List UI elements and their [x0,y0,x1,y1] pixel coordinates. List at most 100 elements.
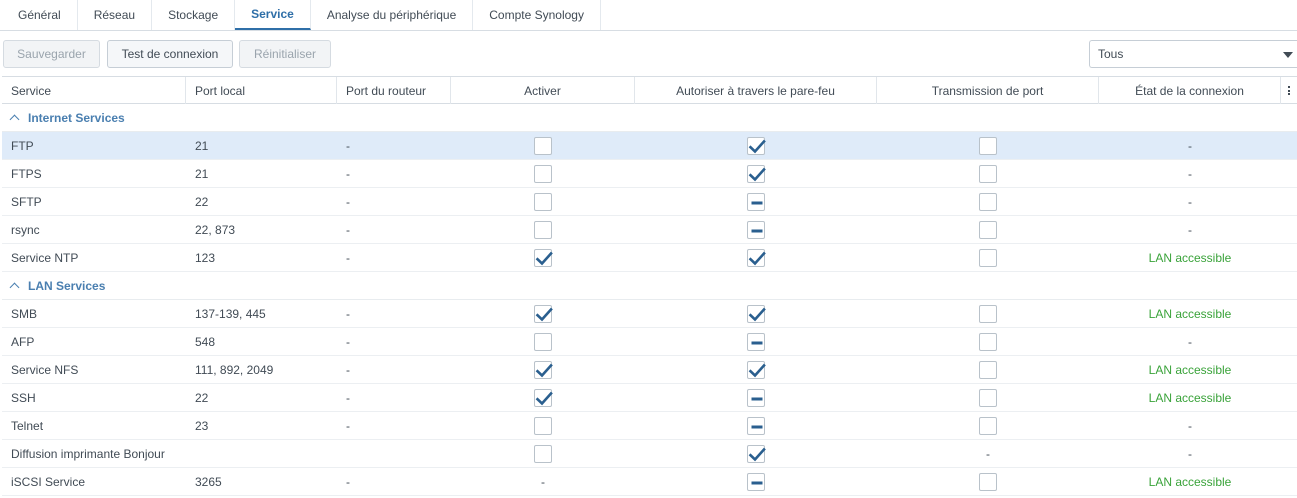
table-row[interactable]: iSCSI Service 3265 - - LAN accessible [2,468,1297,496]
enable-checkbox[interactable] [534,444,552,463]
router-port: - [346,194,350,209]
service-name: SMB [11,306,38,321]
table-row[interactable]: Telnet 23 - - [2,412,1297,440]
firewall-checkbox[interactable] [747,416,765,435]
column-header-local-port[interactable]: Port local [186,77,337,104]
enable-checkbox[interactable] [534,360,553,379]
enable-checkbox[interactable] [534,332,552,351]
group-header[interactable]: LAN Services [2,272,1297,300]
table-body: Internet Services FTP 21 - - FTPS 21 - - SFTP 22 - -… [2,104,1297,496]
local-port: 111, 892, 2049 [195,362,274,377]
column-header-firewall[interactable]: Autoriser à travers le pare-feu [635,77,877,104]
firewall-checkbox[interactable] [747,388,765,407]
group-label: LAN Services [28,278,106,293]
group-header[interactable]: Internet Services [2,104,1297,132]
firewall-checkbox[interactable] [747,472,765,491]
port-forwarding-checkbox[interactable] [979,388,997,407]
caret-down-icon[interactable] [1283,52,1293,58]
connection-status: - [1188,222,1192,237]
tab-general[interactable]: Général [2,0,78,30]
firewall-checkbox[interactable] [747,136,766,155]
port-forwarding-cell [877,412,1099,439]
port-forwarding-cell [877,384,1099,411]
table-row[interactable]: Diffusion imprimante Bonjour - - [2,440,1297,468]
port-forwarding-checkbox[interactable] [979,192,997,211]
port-forwarding-checkbox[interactable] [979,220,997,239]
firewall-checkbox[interactable] [747,220,765,239]
firewall-checkbox[interactable] [747,164,766,183]
table-row[interactable]: Service NTP 123 - LAN accessible [2,244,1297,272]
enable-checkbox[interactable] [534,164,552,183]
enable-checkbox[interactable] [534,304,553,323]
port-forwarding-checkbox[interactable] [979,136,997,155]
enable-checkbox[interactable] [534,416,552,435]
port-forwarding-checkbox[interactable] [979,304,997,323]
table-row[interactable]: SMB 137-139, 445 - LAN accessible [2,300,1297,328]
service-name: SFTP [11,194,42,209]
column-header-service[interactable]: Service [2,77,186,104]
firewall-checkbox[interactable] [747,444,766,463]
enable-checkbox[interactable] [534,220,552,239]
port-forwarding-checkbox[interactable] [979,332,997,351]
tab-service[interactable]: Service [235,0,311,30]
port-forwarding-checkbox[interactable] [979,472,997,491]
firewall-cell [635,328,877,355]
kebab-menu-icon[interactable] [1281,77,1297,104]
port-forwarding-value: - [986,446,990,461]
port-forwarding-cell [877,328,1099,355]
services-table: Service Port local Port du routeur Activ… [2,76,1297,496]
connection-status: - [1188,446,1192,461]
table-row[interactable]: FTP 21 - - [2,132,1297,160]
table-row[interactable]: rsync 22, 873 - - [2,216,1297,244]
save-button[interactable]: Sauvegarder [3,40,100,68]
test-connection-button[interactable]: Test de connexion [107,40,233,68]
enable-checkbox[interactable] [534,192,552,211]
enable-checkbox[interactable] [534,136,552,155]
firewall-checkbox[interactable] [747,248,766,267]
tab-reseau[interactable]: Réseau [78,0,153,30]
port-forwarding-checkbox[interactable] [979,416,997,435]
port-forwarding-checkbox[interactable] [979,248,997,267]
enable-checkbox[interactable] [534,388,553,407]
service-name: iSCSI Service [11,474,86,489]
local-port: 548 [195,334,216,349]
column-header-router-port[interactable]: Port du routeur [337,77,451,104]
column-header-port-forwarding[interactable]: Transmission de port [877,77,1099,104]
table-row[interactable]: SFTP 22 - - [2,188,1297,216]
tab-stockage[interactable]: Stockage [152,0,236,30]
table-row[interactable]: Service NFS 111, 892, 2049 - LAN accessible [2,356,1297,384]
table-row[interactable]: SSH 22 - LAN accessible [2,384,1297,412]
connection-status: LAN accessible [1148,250,1232,265]
column-header-enable[interactable]: Activer [451,77,635,104]
firewall-cell [635,300,877,327]
local-port: 123 [195,250,216,265]
tab-bar: Général Réseau Stockage Service Analyse … [0,0,1297,31]
firewall-checkbox[interactable] [747,332,765,351]
local-port: 22 [195,390,209,405]
firewall-cell [635,468,877,495]
firewall-cell [635,216,877,243]
firewall-cell [635,356,877,383]
firewall-cell [635,132,877,159]
firewall-checkbox[interactable] [747,192,765,211]
tab-compte-synology[interactable]: Compte Synology [473,0,601,30]
table-row[interactable]: AFP 548 - - [2,328,1297,356]
port-forwarding-cell [877,188,1099,215]
chevron-up-icon[interactable] [9,282,20,293]
table-row[interactable]: FTPS 21 - - [2,160,1297,188]
firewall-checkbox[interactable] [747,304,766,323]
toolbar: Sauvegarder Test de connexion Réinitiali… [0,31,1297,76]
firewall-checkbox[interactable] [747,360,766,379]
filter-select-value: Tous [1098,47,1124,61]
reset-button[interactable]: Réinitialiser [239,40,331,68]
service-name: Service NTP [11,250,79,265]
enable-checkbox[interactable] [534,248,553,267]
filter-select[interactable]: Tous [1089,40,1297,68]
router-port: - [346,138,350,153]
router-port: - [346,334,350,349]
tab-analyse-peripherique[interactable]: Analyse du périphérique [311,0,474,30]
port-forwarding-checkbox[interactable] [979,360,997,379]
port-forwarding-checkbox[interactable] [979,164,997,183]
chevron-up-icon[interactable] [9,114,20,125]
column-header-connection-status[interactable]: État de la connexion [1099,77,1281,104]
